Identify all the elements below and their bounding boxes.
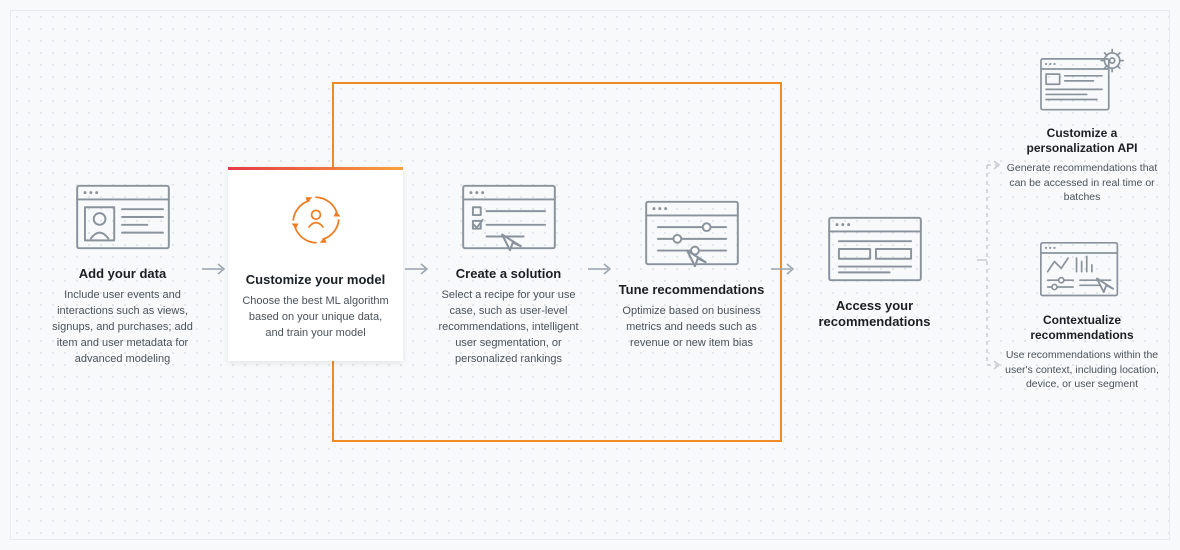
step-add-data: Add your data Include user events and in… [45,170,200,368]
step-desc: Choose the best ML algorithm based on yo… [241,294,390,342]
step-tune-recommendations: Tune recommendations Optimize based on b… [614,186,769,352]
api-gear-icon [1035,48,1130,118]
output-title: Customize a personalization API [1002,126,1162,156]
step-title: Add your data [79,266,166,282]
step-desc: Select a recipe for your use case, such … [431,288,586,368]
step-desc: Optimize based on business metrics and n… [614,304,769,352]
step-title: Tune recommendations [619,282,765,298]
step-create-solution: Create a solution Select a recipe for yo… [431,170,586,368]
arrow-icon [583,262,617,276]
step-customize-model: Customize your model Choose the best ML … [228,167,403,361]
branch-connector [975,120,1005,400]
checklist-cursor-icon [454,178,564,256]
output-desc: Generate recommendations that can be acc… [1002,161,1162,205]
output-contextualize: Contextualize recommendations Use recomm… [1002,235,1162,392]
arrow-icon [197,262,231,276]
step-title: Access your recommendations [797,298,952,331]
step-desc: Include user events and interactions suc… [45,288,200,368]
workflow-row: Add your data Include user events and in… [45,170,952,368]
output-title: Contextualize recommendations [1002,313,1162,343]
arrow-icon [400,262,434,276]
dashboard-cursor-icon [1035,235,1130,305]
browser-profile-icon [68,178,178,256]
output-api: Customize a personalization API Generate… [1002,48,1162,205]
step-title: Customize your model [246,272,385,288]
results-panel-icon [820,210,930,288]
sliders-cursor-icon [637,194,747,272]
outputs-column: Customize a personalization API Generate… [1002,48,1162,422]
arrow-icon [766,262,800,276]
cycle-person-icon [261,178,371,262]
step-title: Create a solution [456,266,561,282]
step-access-recommendations: Access your recommendations [797,202,952,337]
output-desc: Use recommendations within the user's co… [1002,348,1162,392]
